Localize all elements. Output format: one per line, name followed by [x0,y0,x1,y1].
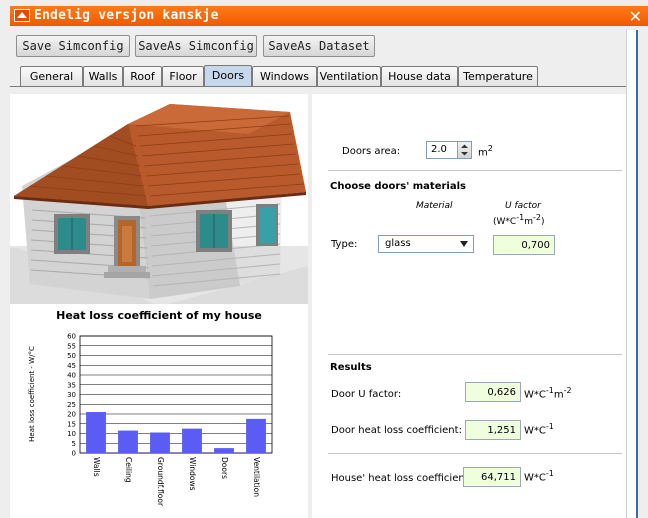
chart-x-tick-label: Ceiling [124,457,133,483]
close-icon[interactable]: ✕ [629,7,642,26]
material-ufactor-field[interactable]: 0,700 [493,235,555,255]
house-illustration [10,96,308,304]
tab-roof[interactable]: Roof [123,66,162,87]
chart-title: Heat loss coefficient of my house [56,309,262,322]
house-heat-loss-field: 64,711 [463,467,521,487]
door-ufactor-label: Door U factor: [331,389,402,400]
separator [328,354,622,355]
chart-bar [214,448,234,453]
chart-y-tick-label: 35 [67,381,76,389]
chart-bar [86,412,106,453]
tab-windows[interactable]: Windows [252,66,317,87]
chevron-down-icon[interactable] [459,240,469,248]
chart-y-tick-label: 50 [67,352,76,360]
window-title: Endelig versjon kanskje [34,8,219,23]
material-type-value: glass [385,238,411,249]
doors-area-unit: m2 [478,144,493,159]
chart-y-axis-label: Heat loss coefficient - W/°C [28,346,36,442]
title-bar: Endelig versjon kanskje ✕ [10,6,648,26]
chart-bar [246,418,266,453]
ufactor-unit-label: (W*C-1m-2) [493,213,545,227]
tab-ventilation[interactable]: Ventilation [317,66,381,87]
material-type-select[interactable]: glass [378,235,474,253]
chart-x-tick-label: Groundf.floor [156,457,165,507]
tab-doors[interactable]: Doors [204,65,252,87]
chart-y-tick-label: 55 [67,342,76,350]
app-icon [14,9,30,22]
door-heat-loss-field: 1,251 [465,420,521,440]
heat-loss-chart: Heat loss coefficient - W/°C 0 5 10 1520 25 3… [28,333,273,507]
spinner-arrows-icon[interactable] [457,142,471,158]
chart-x-tick-label: Windows [188,457,197,491]
toolbar: Save Simconfig SaveAs Simconfig SaveAs D… [10,26,648,62]
doors-area-value: 2.0 [431,144,447,155]
chart-y-tick-label: 15 [67,420,76,428]
chart-y-tick-label: 40 [67,372,76,380]
tab-divider [10,86,626,87]
chart-y-tick-label: 45 [67,362,76,370]
chart-y-tick-label: 60 [67,333,76,341]
tab-walls[interactable]: Walls [83,66,123,87]
doors-area-label: Doors area: [342,146,401,157]
type-label: Type: [331,239,358,250]
saveas-simconfig-button[interactable]: SaveAs Simconfig [135,35,257,57]
chart-bar [182,428,202,453]
house-heat-loss-label: House' heat loss coefficient: [331,473,472,484]
chart-y-tick-label: 25 [67,401,76,409]
chart-x-tick-label: Doors [220,457,229,479]
results-heading: Results [330,362,372,373]
tab-general[interactable]: General [20,66,83,87]
saveas-dataset-button[interactable]: SaveAs Dataset [263,35,375,57]
door-ufactor-field: 0,626 [465,382,521,402]
door-heat-loss-label: Door heat loss coefficient: [331,425,462,436]
app-window: Endelig versjon kanskje ✕ Save Simconfig… [0,0,648,518]
door-ufactor-unit: W*C-1m-2 [524,386,572,401]
tab-floor[interactable]: Floor [162,66,204,87]
ufactor-column-header: U factor [505,201,541,211]
chart-x-tick-label: Walls [92,457,101,477]
tab-temperature[interactable]: Temperature [458,66,538,87]
save-simconfig-button[interactable]: Save Simconfig [16,35,130,57]
chart-y-tick-label: 0 [72,450,76,458]
material-column-header: Material [416,201,453,211]
chart-bar [150,432,170,453]
chart-y-tick-label: 20 [67,411,76,419]
doors-area-spinner[interactable]: 2.0 [426,141,472,159]
separator [328,170,622,171]
chart-bar [118,430,138,453]
chart-x-tick-label: Ventilation [252,457,261,497]
chart-y-tick-label: 30 [67,391,76,399]
door-heat-loss-unit: W*C-1 [524,422,554,437]
separator [328,453,622,454]
tab-house-data[interactable]: House data [381,66,458,87]
materials-heading: Choose doors' materials [330,181,466,192]
window-edge [636,30,638,518]
house-heat-loss-unit: W*C-1 [524,469,554,484]
chart-y-tick-label: 10 [67,430,76,438]
chart-y-tick-label: 5 [72,440,76,448]
